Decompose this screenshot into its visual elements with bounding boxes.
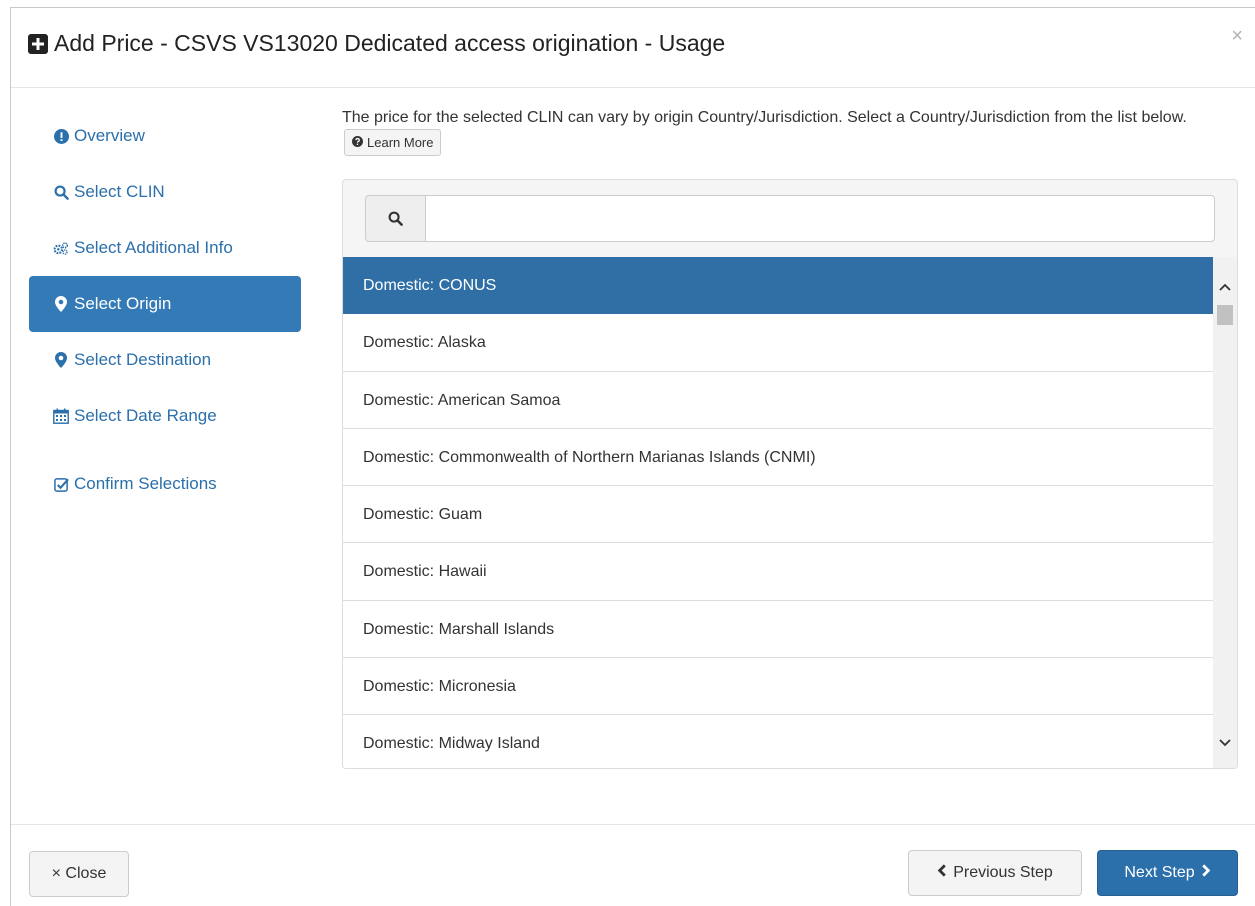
nav-item-select-origin[interactable]: Select Origin [29,276,301,332]
wizard-steps-nav: Overview Select CLIN Select Additional I… [29,108,301,512]
scrollbar-thumb[interactable] [1217,305,1233,325]
list-item[interactable]: Domestic: CONUS [343,257,1213,315]
map-marker-icon [53,352,69,368]
intro-text: The price for the selected CLIN can vary… [342,107,1238,156]
nav-item-confirm-selections[interactable]: Confirm Selections [29,456,301,512]
origin-selection-content: The price for the selected CLIN can vary… [342,107,1238,769]
close-button[interactable]: × Close [29,851,129,897]
learn-more-label: Learn More [367,134,434,150]
nav-item-select-additional-info[interactable]: Select Additional Info [29,220,301,276]
nav-item-select-clin[interactable]: Select CLIN [29,164,301,220]
exclamation-circle-icon [53,128,69,144]
nav-item-label: Overview [74,126,145,145]
list-item[interactable]: Domestic: American Samoa [343,371,1213,429]
chevron-right-icon [1201,864,1211,882]
chevron-up-icon[interactable] [1213,275,1237,299]
origin-list: Domestic: CONUS Domestic: Alaska Domesti… [343,257,1213,768]
dialog-header: Add Price - CSVS VS13020 Dedicated acces… [11,8,1255,88]
nav-item-label: Select Date Range [74,406,217,425]
nav-item-label: Select CLIN [74,182,165,201]
intro-text-body: The price for the selected CLIN can vary… [342,109,1187,126]
next-step-label: Next Step [1124,864,1195,881]
origin-list-panel: Domestic: CONUS Domestic: Alaska Domesti… [342,179,1238,769]
check-square-icon [53,477,69,492]
gears-icon [53,241,69,256]
search-input[interactable] [425,195,1215,242]
list-scrollbar[interactable] [1213,257,1237,768]
dialog-footer: × Close Previous Step Next Step [11,824,1255,906]
chevron-left-icon [937,864,947,882]
list-item[interactable]: Domestic: Guam [343,486,1213,544]
search-icon [53,185,69,200]
dialog-title-text: Add Price - CSVS VS13020 Dedicated acces… [54,30,726,56]
list-item[interactable]: Domestic: Marshall Islands [343,600,1213,659]
previous-step-label: Previous Step [953,864,1053,881]
nav-item-overview[interactable]: Overview [29,108,301,164]
list-item[interactable]: Domestic: Commonwealth of Northern Maria… [343,428,1213,487]
calendar-icon [53,408,69,424]
add-price-dialog: Add Price - CSVS VS13020 Dedicated acces… [10,7,1255,906]
nav-item-label: Select Additional Info [74,238,233,257]
list-item[interactable]: Domestic: Midway Island [343,715,1213,768]
nav-item-label: Confirm Selections [74,474,217,493]
list-item[interactable]: Domestic: Micronesia [343,658,1213,716]
dialog-title: Add Price - CSVS VS13020 Dedicated acces… [28,30,725,57]
chevron-down-icon[interactable] [1213,731,1237,755]
previous-step-button[interactable]: Previous Step [908,850,1082,896]
search-icon [365,195,425,242]
plus-square-icon [28,33,48,54]
nav-item-label: Select Origin [74,294,172,313]
list-item[interactable]: Domestic: Alaska [343,314,1213,372]
nav-item-label: Select Destination [74,350,212,369]
map-marker-icon [53,296,69,312]
nav-item-select-destination[interactable]: Select Destination [29,332,301,388]
search-group [365,195,1215,242]
question-circle-icon [352,132,363,154]
close-icon[interactable]: × [1231,26,1243,46]
learn-more-button[interactable]: Learn More [344,129,442,156]
list-item[interactable]: Domestic: Hawaii [343,543,1213,601]
close-button-label: × Close [51,865,107,882]
nav-item-select-date-range[interactable]: Select Date Range [29,388,301,444]
next-step-button[interactable]: Next Step [1097,850,1238,896]
